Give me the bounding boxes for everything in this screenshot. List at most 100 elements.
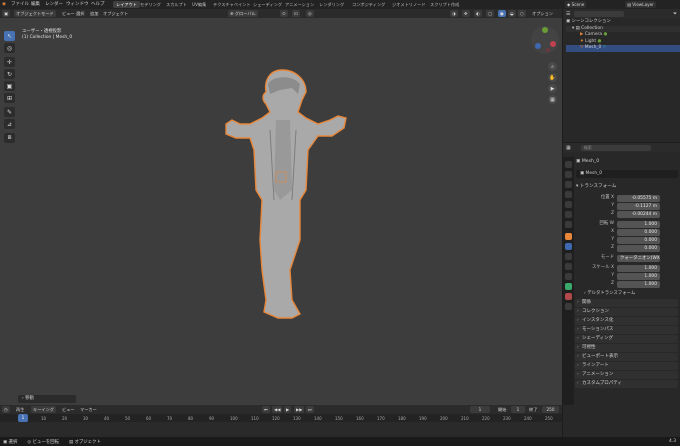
tab-particles-icon[interactable]	[565, 253, 572, 260]
pivot-icon[interactable]: ⊙	[280, 10, 288, 17]
start-frame-field[interactable]: 1	[511, 406, 525, 413]
timeline-ruler[interactable]: 0102030405060708090100110120130140150160…	[0, 414, 562, 422]
tab-physics-icon[interactable]	[565, 263, 572, 270]
mesh-figure[interactable]	[225, 69, 347, 319]
tab-scene-icon[interactable]	[565, 201, 572, 208]
end-frame-field[interactable]: 250	[542, 406, 559, 413]
cursor-tool-icon[interactable]: ◎	[4, 43, 15, 53]
outliner-item-mesh[interactable]: ▽ Mesh_0 ▽	[566, 45, 680, 52]
overlay-icon[interactable]: ◐	[474, 10, 482, 17]
shading-material-icon[interactable]: ◒	[508, 10, 516, 17]
panel-shading[interactable]: シェーディング	[575, 335, 678, 343]
tab-render-icon[interactable]	[565, 171, 572, 178]
menu-add[interactable]: 追加	[88, 10, 100, 17]
menu-object[interactable]: オブジェクト	[101, 10, 130, 17]
scale-y-field[interactable]: 1.000	[617, 272, 660, 280]
menu-edit[interactable]: 編集	[31, 1, 40, 8]
xray-icon[interactable]: ▢	[486, 10, 494, 17]
rotation-mode-dropdown[interactable]: クォータニオン(WX...	[617, 254, 660, 262]
panel-visibility[interactable]: 可視性	[575, 344, 678, 352]
jump-start-icon[interactable]: ⏮	[262, 406, 270, 413]
transform-tool-icon[interactable]: ⊞	[4, 93, 15, 103]
rotation-w-field[interactable]: 1.000	[617, 220, 660, 228]
scale-x-field[interactable]: 1.000	[617, 264, 660, 272]
tab-texture-icon[interactable]	[565, 303, 572, 310]
menu-playback[interactable]: 再生	[14, 406, 26, 413]
annotate-tool-icon[interactable]: ✎	[4, 107, 15, 117]
rotation-y-field[interactable]: 0.000	[617, 236, 660, 244]
scale-z-field[interactable]: 1.000	[617, 280, 660, 288]
visibility-icon[interactable]: ◑	[450, 10, 458, 17]
delta-transform-subpanel[interactable]: › デルタトランスフォーム	[584, 290, 635, 296]
tab-workspace-animation[interactable]: アニメーション	[282, 1, 317, 8]
shading-rendered-icon[interactable]: ○	[518, 10, 526, 17]
tab-workspace-scripting[interactable]: スクリプト作成	[427, 1, 462, 8]
tab-material-icon[interactable]	[565, 293, 572, 300]
ortho-grid-icon[interactable]: ▦	[548, 95, 557, 104]
playhead[interactable]: 1	[18, 414, 28, 422]
tab-view-layer-icon[interactable]	[565, 191, 572, 198]
tab-data-icon[interactable]	[565, 283, 572, 290]
menu-render[interactable]: レンダー	[45, 1, 63, 8]
tab-collection-icon[interactable]	[565, 221, 572, 228]
timeline-editor-icon[interactable]: ◷	[2, 406, 10, 413]
3d-viewport[interactable]: ⌕ ✋ ▶ ▦	[0, 18, 562, 405]
shading-solid-icon[interactable]: ●	[498, 10, 506, 17]
tab-tool-icon[interactable]	[565, 161, 572, 168]
timeline-track-area[interactable]	[0, 422, 562, 437]
panel-custom-properties[interactable]: カスタムプロパティ	[575, 380, 678, 388]
camera-view-icon[interactable]: ▶	[548, 84, 557, 93]
menu-marker[interactable]: マーカー	[78, 406, 99, 413]
add-cube-tool-icon[interactable]: ⧈	[4, 133, 15, 143]
panel-motion-paths[interactable]: モーションパス	[575, 326, 678, 334]
tab-workspace-rendering[interactable]: レンダリング	[316, 1, 347, 8]
tab-workspace-geonodes[interactable]: ジオメトリノード	[389, 1, 429, 8]
rotation-z-field[interactable]: 0.000	[617, 244, 660, 252]
menu-select[interactable]: 選択	[74, 10, 86, 17]
play-icon[interactable]: ▶	[284, 406, 292, 413]
panel-collections[interactable]: コレクション	[575, 308, 678, 316]
current-frame-field[interactable]: 1	[470, 406, 490, 413]
panel-animation[interactable]: アニメーション	[575, 371, 678, 379]
datablock-field[interactable]: ▣ Mesh_0	[576, 170, 678, 178]
tab-world-icon[interactable]	[565, 211, 572, 218]
tab-workspace-layout[interactable]: レイアウト	[113, 1, 140, 8]
menu-help[interactable]: ヘルプ	[91, 1, 105, 8]
menu-timeline-view[interactable]: ビュー	[60, 406, 77, 413]
select-tool-icon[interactable]: ↖	[4, 31, 15, 41]
tab-workspace-sculpt[interactable]: スカルプト	[163, 1, 190, 8]
menu-keying[interactable]: キーイング	[31, 406, 56, 413]
properties-editor-icon[interactable]: ▦	[566, 145, 571, 151]
measure-tool-icon[interactable]: ⊿	[4, 119, 15, 129]
tab-workspace-modeling[interactable]: モデリング	[137, 1, 164, 8]
transform-orientation-dropdown[interactable]: ⊕ グローバル	[228, 10, 258, 17]
location-y-field[interactable]: -0.1127 m	[617, 202, 660, 210]
snap-icon[interactable]: ⊡	[292, 10, 300, 17]
tab-constraints-icon[interactable]	[565, 273, 572, 280]
editor-type-icon[interactable]: ▣	[2, 10, 10, 17]
properties-search-input[interactable]: 検索	[580, 144, 651, 151]
location-x-field[interactable]: -0.05575 m	[617, 194, 660, 202]
pan-hand-icon[interactable]: ✋	[548, 73, 557, 82]
tab-workspace-uv[interactable]: UV編集	[189, 1, 209, 8]
viewlayer-selector[interactable]: ▤ ViewLayer	[625, 1, 656, 8]
navigation-gizmo[interactable]	[531, 26, 559, 54]
scene-selector[interactable]: ◆ Scene	[565, 1, 587, 8]
rotation-x-field[interactable]: 0.000	[617, 228, 660, 236]
menu-window[interactable]: ウィンドウ	[66, 1, 89, 8]
outliner-search-input[interactable]	[574, 10, 625, 17]
options-dropdown[interactable]: オプション	[530, 10, 555, 17]
tab-workspace-compositing[interactable]: コンポジティング	[349, 1, 388, 8]
scale-tool-icon[interactable]: ▣	[4, 81, 15, 91]
outliner-editor-icon[interactable]: ☰	[566, 11, 570, 17]
last-operator-panel[interactable]: › 移動	[18, 395, 76, 403]
filter-icon[interactable]: ⏷	[673, 11, 677, 17]
proportional-edit-icon[interactable]: ◎	[306, 10, 314, 17]
rotate-tool-icon[interactable]: ↻	[4, 69, 15, 79]
gizmo-icon[interactable]: ✥	[462, 10, 470, 17]
zoom-icon[interactable]: ⌕	[548, 62, 557, 71]
blender-logo-icon[interactable]: ◉	[2, 1, 6, 8]
panel-relations[interactable]: 関係	[575, 299, 678, 307]
next-key-icon[interactable]: ▶▶	[294, 406, 305, 413]
tab-object-icon[interactable]	[565, 233, 572, 240]
